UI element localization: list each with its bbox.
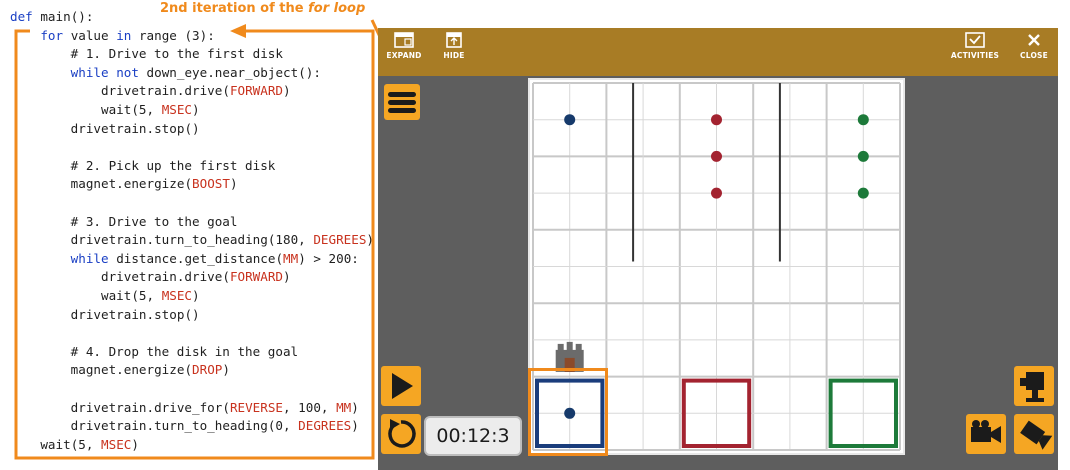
hide-label: HIDE (443, 51, 465, 60)
robot-part (575, 343, 582, 352)
code-line-text: magnet.energize(DROP) (70, 362, 230, 378)
code-line: for value in range (3): (10, 27, 215, 45)
code-line-text: def main(): (10, 9, 94, 24)
play-button[interactable] (381, 366, 421, 406)
reset-button[interactable] (381, 414, 421, 454)
code-line-text: drivetrain.stop() (70, 120, 200, 136)
code-line-text: drivetrain.drive(FORWARD) (101, 269, 291, 285)
disk (857, 187, 869, 199)
code-line-text: while distance.get_distance(MM) > 200: (70, 250, 359, 266)
code-line: drivetrain.drive(FORWARD) (10, 82, 291, 100)
close-label: CLOSE (1020, 51, 1048, 60)
disk (711, 114, 722, 126)
code-line: magnet.energize(DROP) (10, 361, 230, 379)
code-line: # 3. Drive to the goal (10, 213, 238, 231)
code-line-text: drivetrain.drive_for(REVERSE, 100, MM) (70, 399, 359, 415)
playground-field (528, 78, 905, 455)
activities-button[interactable]: ACTIVITIES (950, 32, 1000, 72)
reset-icon (388, 419, 416, 448)
expand-icon (394, 32, 414, 48)
code-line-text: drivetrain.stop() (70, 306, 200, 322)
code-line: wait(5, MSEC) (10, 101, 200, 119)
code-line-text: drivetrain.turn_to_heading(0, DEGREES) (70, 418, 359, 434)
expand-label: EXPAND (386, 51, 422, 60)
video-camera-icon (971, 420, 1001, 443)
code-line: drivetrain.stop() (10, 306, 200, 324)
play-icon (392, 373, 413, 399)
code-line: drivetrain.drive(FORWARD) (10, 268, 291, 286)
disk (564, 407, 576, 419)
disk (711, 150, 722, 162)
code-line-text: for value in range (3): (40, 27, 215, 43)
annotation-label: 2nd iteration of the for loop (160, 1, 365, 16)
disk (857, 150, 869, 162)
code-line: wait(5, MSEC) (10, 287, 200, 305)
robot-part (557, 343, 564, 352)
timer-display: 00:12:3 (424, 416, 522, 456)
disk (857, 114, 869, 126)
code-line-text: wait(5, MSEC) (101, 102, 200, 117)
playground-toolbar: EXPAND HIDE ACTIVITIES CLOSE (378, 28, 1058, 76)
code-line: while not down_eye.near_object(): (10, 64, 321, 82)
code-line-text: magnet.energize(BOOST) (70, 176, 238, 192)
activities-label: ACTIVITIES (950, 51, 1000, 60)
disk (711, 187, 722, 199)
camera-angle-icon (1020, 420, 1053, 450)
code-line: # 1. Drive to the first disk (10, 45, 283, 63)
code-line-text: # 1. Drive to the first disk (10, 46, 283, 62)
close-icon (1028, 34, 1040, 46)
code-line-text: wait(5, MSEC) (40, 436, 139, 452)
code-panel: def main(): for value in range (3): # 1.… (0, 0, 378, 470)
activities-icon (965, 32, 985, 48)
disk (564, 114, 576, 126)
close-button[interactable]: CLOSE (1014, 32, 1054, 72)
annotation-emphasis: for loop (308, 1, 366, 16)
code-line-text: # 4. Drop the disk in the goal (10, 343, 299, 359)
top-camera-button[interactable] (1014, 366, 1054, 406)
code-line-text: drivetrain.turn_to_heading(180, DEGREES) (70, 232, 374, 248)
top-camera-icon (1020, 372, 1044, 402)
code-line: wait(5, MSEC) (10, 436, 139, 454)
annotation-prefix: 2nd iteration of the (160, 1, 309, 16)
code-line: drivetrain.turn_to_heading(180, DEGREES) (10, 231, 374, 249)
code-line-text: # 3. Drive to the goal (10, 213, 238, 229)
robot-part (564, 357, 575, 372)
code-line-text: wait(5, MSEC) (101, 288, 200, 303)
follow-camera-button[interactable] (966, 414, 1006, 454)
code-line: # 2. Pick up the first disk (10, 157, 276, 175)
code-line: # 4. Drop the disk in the goal (10, 343, 298, 361)
hide-button[interactable]: HIDE (436, 32, 472, 72)
code-line: magnet.energize(BOOST) (10, 175, 238, 193)
code-line-text: while not down_eye.near_object(): (70, 64, 321, 80)
expand-button[interactable]: EXPAND (384, 32, 424, 72)
field-grid (530, 80, 903, 453)
hide-icon (446, 32, 462, 48)
code-line: drivetrain.stop() (10, 120, 200, 138)
code-line: def main(): (10, 8, 93, 26)
aligned-camera-button[interactable] (1014, 414, 1054, 454)
playground-panel: EXPAND HIDE ACTIVITIES CLOSE 00:12:3 (378, 28, 1058, 470)
code-line: drivetrain.drive_for(REVERSE, 100, MM) (10, 399, 359, 417)
menu-button[interactable] (384, 84, 420, 120)
robot-part (566, 341, 573, 352)
menu-icon (388, 92, 416, 113)
code-line-text: # 2. Pick up the first disk (10, 157, 276, 173)
code-line: while distance.get_distance(MM) > 200: (10, 250, 359, 268)
code-line-text: drivetrain.drive(FORWARD) (101, 83, 291, 99)
code-line: drivetrain.turn_to_heading(0, DEGREES) (10, 417, 359, 435)
